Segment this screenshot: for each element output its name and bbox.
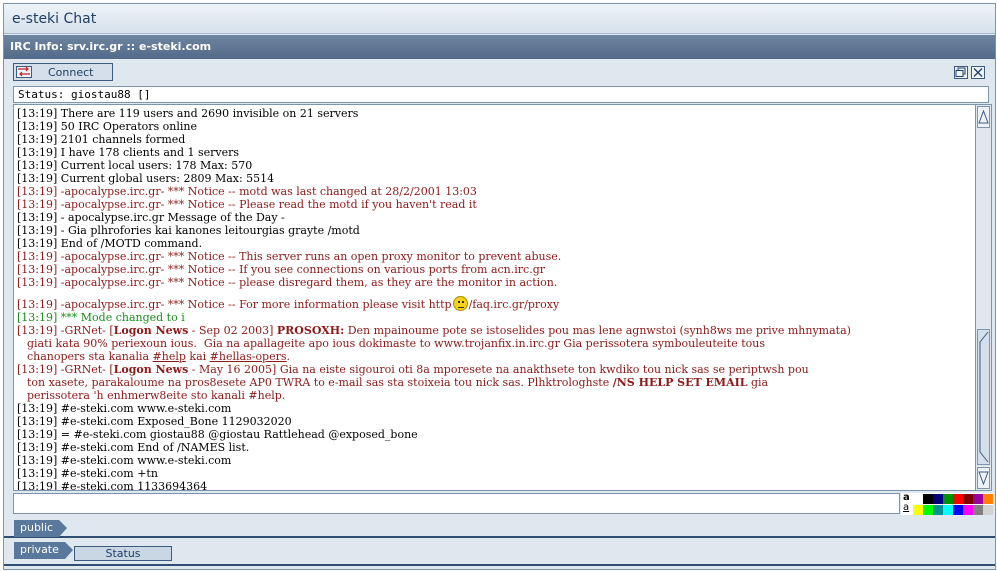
scroll-up-button[interactable] bbox=[977, 106, 990, 128]
tab-public[interactable]: public bbox=[14, 520, 68, 537]
log-text: ton xasete, parakaloume na pros8esete AP… bbox=[27, 376, 613, 389]
color-swatch[interactable] bbox=[933, 505, 943, 515]
color-swatch[interactable] bbox=[923, 505, 933, 515]
log-line: [13:19] - apocalypse.irc.gr Message of t… bbox=[17, 211, 285, 224]
color-swatch[interactable] bbox=[933, 494, 943, 504]
color-swatch[interactable] bbox=[983, 505, 993, 515]
tab-divider bbox=[4, 536, 995, 538]
log-text: Logon News bbox=[113, 363, 189, 376]
info-bar: IRC Info: srv.irc.gr :: e-steki.com bbox=[4, 35, 995, 59]
color-swatch[interactable] bbox=[913, 494, 923, 504]
log-line: [13:19] -apocalypse.irc.gr- *** Notice -… bbox=[17, 296, 972, 311]
color-swatch[interactable] bbox=[973, 494, 983, 504]
log-line: [13:19] *** Mode changed to i bbox=[17, 311, 185, 324]
log-text: /NS HELP SET EMAIL bbox=[612, 376, 748, 389]
color-swatch[interactable] bbox=[963, 494, 973, 504]
message-input[interactable] bbox=[13, 493, 900, 514]
channel-link[interactable]: #hellas-opers bbox=[210, 350, 287, 363]
log-text: [13:19] -GRNet- [ bbox=[17, 363, 114, 376]
smiley-icon bbox=[452, 296, 468, 311]
color-swatch[interactable] bbox=[973, 505, 983, 515]
log-line: [13:19] #e-steki.com End of /NAMES list. bbox=[17, 441, 250, 454]
log-line: [13:19] -apocalypse.irc.gr- *** Notice -… bbox=[17, 250, 562, 263]
color-swatch[interactable] bbox=[983, 494, 993, 504]
log-line: [13:19] #e-steki.com www.e-steki.com bbox=[17, 402, 232, 415]
log-line: [13:19] -apocalypse.irc.gr- *** Notice -… bbox=[17, 198, 477, 211]
log-text: kai bbox=[185, 350, 210, 363]
log-line: [13:19] #e-steki.com Exposed_Bone 112903… bbox=[17, 415, 292, 428]
log-text: giati kata 90% periexoun ious. Gia na ap… bbox=[27, 337, 765, 350]
irc-info: IRC Info: srv.irc.gr :: e-steki.com bbox=[10, 40, 212, 53]
log-text: Den mpainoume pote se istoselides pou ma… bbox=[344, 324, 851, 337]
log-line: [13:19] End of /MOTD command. bbox=[17, 237, 203, 250]
scroll-thumb[interactable] bbox=[977, 329, 990, 465]
connect-button[interactable]: Connect bbox=[13, 63, 113, 81]
log-text: gia bbox=[747, 376, 769, 389]
log-line: [13:19] - Gia plhrofories kai kanones le… bbox=[17, 224, 360, 237]
color-swatch[interactable] bbox=[913, 505, 923, 515]
log-line: [13:19] -apocalypse.irc.gr- *** Notice -… bbox=[17, 263, 545, 276]
log-line: [13:19] #e-steki.com www.e-steki.com bbox=[17, 454, 232, 467]
window-title: e-steki Chat bbox=[12, 11, 97, 27]
log-line: [13:19] 50 IRC Operators online bbox=[17, 120, 197, 133]
chat-window: e-steki Chat IRC Info: srv.irc.gr :: e-s… bbox=[3, 3, 996, 570]
log-text: ton xasete, parakaloume na pros8esete AP… bbox=[17, 376, 972, 389]
close-icon[interactable] bbox=[971, 66, 985, 79]
color-swatch[interactable] bbox=[943, 505, 953, 515]
palette-bg-label[interactable]: a bbox=[903, 502, 909, 513]
log-text: - May 16 2005] bbox=[188, 363, 280, 376]
color-palette: a a bbox=[901, 492, 993, 515]
tab-area: public private Status bbox=[4, 517, 995, 569]
tab-private[interactable]: private bbox=[14, 542, 73, 559]
log-line: [13:19] Current global users: 2809 Max: … bbox=[17, 172, 275, 185]
color-swatch[interactable] bbox=[953, 505, 963, 515]
chat-log: [13:19] There are 119 users and 2690 inv… bbox=[13, 104, 975, 491]
log-line: [13:19] = #e-steki.com giostau88 @giosta… bbox=[17, 428, 418, 441]
log-line: [13:19] #e-steki.com +tn bbox=[17, 467, 158, 480]
log-text: - Sep 02 2003] bbox=[188, 324, 277, 337]
color-swatch[interactable] bbox=[943, 494, 953, 504]
scroll-thumb-grip-icon bbox=[979, 331, 989, 463]
color-swatch[interactable] bbox=[953, 494, 963, 504]
connect-label: Connect bbox=[48, 66, 94, 79]
toolbar: Connect bbox=[4, 60, 995, 86]
log-scrollbar[interactable] bbox=[975, 104, 992, 491]
log-text: /faq.irc.gr/proxy bbox=[468, 298, 560, 311]
tab-status[interactable]: Status bbox=[74, 546, 172, 561]
log-line: [13:19] I have 178 clients and 1 servers bbox=[17, 146, 240, 159]
log-line: [13:19] Current local users: 178 Max: 57… bbox=[17, 159, 253, 172]
restore-icon[interactable] bbox=[954, 66, 968, 79]
color-swatch[interactable] bbox=[923, 494, 933, 504]
log-line: [13:19] 2101 channels formed bbox=[17, 133, 186, 146]
log-line: [13:19] #e-steki.com 1133694364 bbox=[17, 480, 208, 491]
status-line: Status: giostau88 [] bbox=[13, 86, 989, 103]
log-text: Gia na eiste sigouroi oti 8a mporesete n… bbox=[279, 363, 809, 376]
log-text: [13:19] -apocalypse.irc.gr- *** Notice -… bbox=[17, 298, 452, 311]
log-text: chanopers sta kanalia #help kai #hellas-… bbox=[17, 350, 972, 363]
log-text: PROSOXH: bbox=[276, 324, 345, 337]
color-swatch[interactable] bbox=[963, 505, 973, 515]
log-line: [13:19] -apocalypse.irc.gr- *** Notice -… bbox=[17, 185, 477, 198]
log-line: [13:19] -GRNet- [Logon News - Sep 02 200… bbox=[17, 324, 972, 363]
log-line: [13:19] -apocalypse.irc.gr- *** Notice -… bbox=[17, 276, 558, 289]
log-text: Logon News bbox=[113, 324, 189, 337]
scroll-down-button[interactable] bbox=[977, 467, 990, 489]
log-text: perissotera 'h enhmerw8eite sto kanali #… bbox=[27, 389, 286, 402]
title-bar: e-steki Chat bbox=[4, 4, 995, 34]
log-text: . bbox=[286, 350, 291, 363]
connect-icon bbox=[16, 66, 32, 78]
tab-divider bbox=[4, 564, 995, 566]
log-line: [13:19] There are 119 users and 2690 inv… bbox=[17, 107, 359, 120]
channel-link[interactable]: #help bbox=[153, 350, 186, 363]
log-line: [13:19] -GRNet- [Logon News - May 16 200… bbox=[17, 363, 972, 402]
chevron-up-icon bbox=[978, 109, 989, 124]
log-text: chanopers sta kanalia bbox=[27, 350, 153, 363]
chevron-down-icon bbox=[978, 471, 989, 486]
log-text: [13:19] -GRNet- [ bbox=[17, 324, 114, 337]
